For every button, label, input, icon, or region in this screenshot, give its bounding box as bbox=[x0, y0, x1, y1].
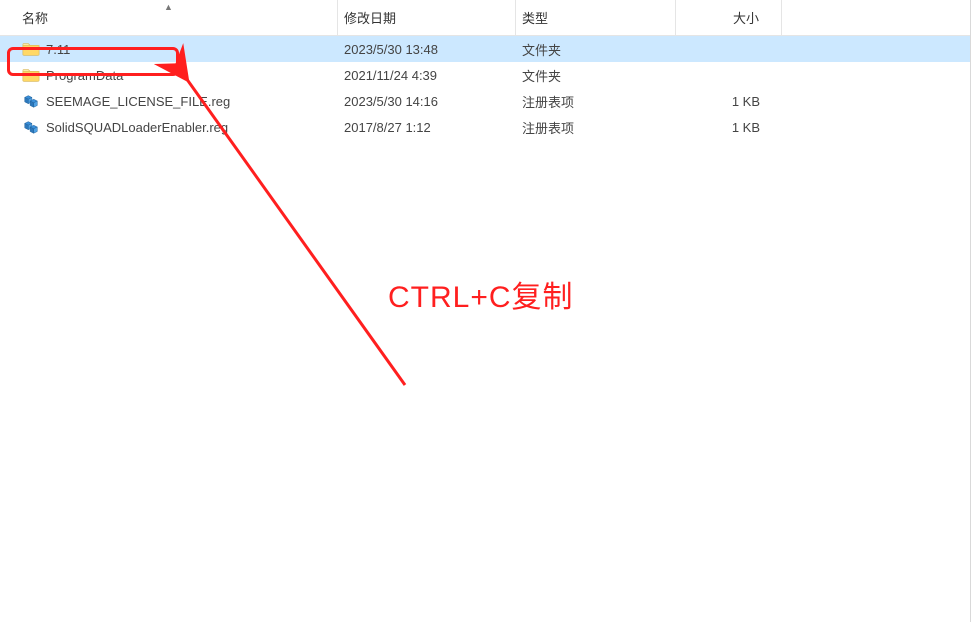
file-size: 1 KB bbox=[676, 120, 782, 135]
file-list[interactable]: 7.11 2023/5/30 13:48文件夹 ProgramData 2021/11… bbox=[0, 36, 970, 140]
file-size: 1 KB bbox=[676, 94, 782, 109]
column-type[interactable]: 类型 bbox=[516, 0, 676, 35]
file-name: 7.11 bbox=[46, 42, 70, 57]
file-row[interactable]: 7.11 2023/5/30 13:48文件夹 bbox=[0, 36, 970, 62]
file-name: ProgramData bbox=[46, 68, 123, 83]
column-header[interactable]: 名称 ▲ 修改日期 类型 大小 bbox=[0, 0, 970, 36]
file-type: 注册表项 bbox=[516, 118, 676, 137]
column-size[interactable]: 大小 bbox=[676, 0, 782, 35]
registry-file-icon bbox=[22, 118, 40, 136]
folder-icon bbox=[22, 40, 40, 58]
file-row[interactable]: SolidSQUADLoaderEnabler.reg 2017/8/27 1:1… bbox=[0, 114, 970, 140]
folder-icon bbox=[22, 66, 40, 84]
column-date-label: 修改日期 bbox=[344, 8, 396, 27]
file-name: SolidSQUADLoaderEnabler.reg bbox=[46, 120, 228, 135]
sort-ascending-icon: ▲ bbox=[164, 2, 173, 12]
file-date: 2023/5/30 14:16 bbox=[338, 94, 516, 109]
file-date: 2023/5/30 13:48 bbox=[338, 42, 516, 57]
column-name[interactable]: 名称 ▲ bbox=[0, 0, 338, 35]
registry-file-icon bbox=[22, 92, 40, 110]
file-type: 文件夹 bbox=[516, 40, 676, 59]
file-row[interactable]: ProgramData 2021/11/24 4:39文件夹 bbox=[0, 62, 970, 88]
file-date: 2017/8/27 1:12 bbox=[338, 120, 516, 135]
column-date[interactable]: 修改日期 bbox=[338, 0, 516, 35]
file-name: SEEMAGE_LICENSE_FILE.reg bbox=[46, 94, 230, 109]
file-type: 文件夹 bbox=[516, 66, 676, 85]
column-size-label: 大小 bbox=[733, 8, 759, 27]
file-date: 2021/11/24 4:39 bbox=[338, 68, 516, 83]
column-name-label: 名称 bbox=[22, 8, 48, 27]
column-type-label: 类型 bbox=[522, 8, 548, 27]
file-row[interactable]: SEEMAGE_LICENSE_FILE.reg 2023/5/30 14:16注… bbox=[0, 88, 970, 114]
annotation-text: CTRL+C复制 bbox=[388, 272, 574, 316]
file-type: 注册表项 bbox=[516, 92, 676, 111]
